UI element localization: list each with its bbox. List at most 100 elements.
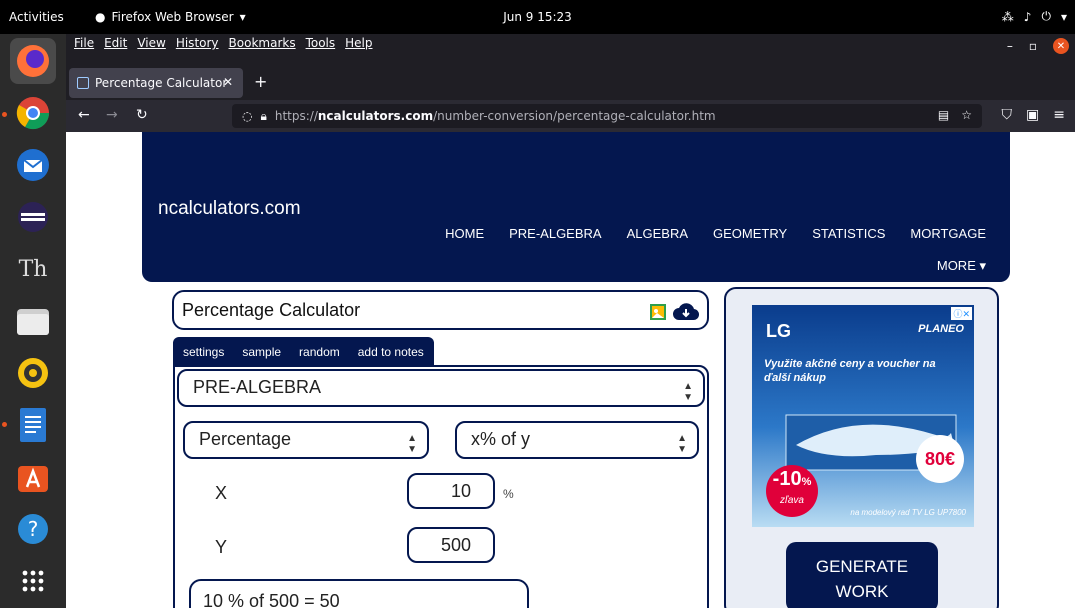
dock-chrome[interactable] — [10, 90, 56, 136]
dock-firefox[interactable] — [10, 38, 56, 84]
close-window-button[interactable]: ✕ — [1053, 38, 1069, 54]
ad-brand: LG — [766, 321, 791, 341]
dock-thonny[interactable]: Th — [10, 246, 56, 292]
dock-writer[interactable] — [10, 402, 56, 448]
cloud-download-icon[interactable] — [673, 302, 699, 322]
calculator-tools-tabs: settings sample random add to notes — [173, 337, 434, 367]
new-tab-button[interactable]: + — [254, 72, 267, 91]
ad-fine-print: na modelový rad TV LG UP7800 — [850, 508, 966, 517]
bookmark-star-icon[interactable]: ☆ — [961, 108, 972, 122]
calculator-title: Percentage Calculator — [182, 300, 361, 320]
chrome-icon — [16, 97, 50, 130]
software-center-icon — [18, 466, 48, 492]
ad-headline: Využite akčné ceny a voucher na ďalší ná… — [764, 358, 936, 384]
favicon-icon — [77, 77, 89, 89]
libreoffice-writer-icon — [20, 408, 46, 442]
ad-discount-badge: -10% zľava — [766, 465, 818, 517]
dock-files[interactable] — [10, 298, 56, 344]
generate-work-button[interactable]: GENERATE WORK — [786, 542, 938, 608]
menu-history[interactable]: History — [176, 36, 219, 50]
maximize-button[interactable]: ▫ — [1029, 39, 1037, 53]
dock-rhythmbox[interactable] — [10, 350, 56, 396]
formula-select-value: x% of y — [471, 429, 531, 449]
calc-type-select[interactable]: Percentage ▲ ▼ — [183, 421, 429, 459]
url-text: https://ncalculators.com/number-conversi… — [275, 109, 716, 123]
menu-tools[interactable]: Tools — [306, 36, 336, 50]
menu-edit[interactable]: Edit — [104, 36, 127, 50]
url-bar[interactable]: ◌ 🔒︎ https://ncalculators.com/number-con… — [232, 104, 982, 128]
ad-voucher: 80€ — [924, 449, 956, 469]
tab-add-to-notes[interactable]: add to notes — [358, 345, 424, 359]
dock-show-apps[interactable] — [10, 558, 56, 604]
reader-view-icon[interactable]: ▤ — [938, 108, 949, 122]
extension-icon[interactable]: ▣ — [1026, 107, 1039, 123]
menu-view[interactable]: View — [137, 36, 165, 50]
menu-help[interactable]: Help — [345, 36, 372, 50]
hamburger-menu-icon[interactable]: ≡ — [1053, 107, 1065, 123]
ubuntu-dock: Th ? — [0, 34, 66, 608]
volume-icon: ♪ — [1023, 9, 1032, 24]
advertisement[interactable]: ⓘ✕ LG PLANEO Využite akčné ceny a vouche… — [752, 305, 974, 527]
dock-help[interactable]: ? — [10, 506, 56, 552]
nav-pre-algebra[interactable]: PRE-ALGEBRA — [509, 226, 601, 241]
tab-percentage-calculator[interactable]: Percentage Calculator ✕ — [69, 68, 243, 98]
ad-discount-sub: zľava — [780, 495, 804, 506]
chevron-down-icon: ▾ — [1060, 9, 1067, 24]
files-icon — [17, 309, 49, 335]
close-tab-icon[interactable]: ✕ — [223, 75, 233, 89]
dock-software[interactable] — [10, 454, 56, 500]
x-label: X — [215, 483, 228, 503]
select-arrows-icon: ▲ ▼ — [677, 433, 687, 455]
back-button[interactable]: ← — [78, 107, 90, 123]
clock[interactable]: Jun 9 15:23 — [503, 10, 572, 24]
reload-button[interactable]: ↻ — [136, 107, 148, 123]
network-icon: ⁂ — [1001, 9, 1014, 24]
y-input[interactable]: 500 — [407, 527, 495, 563]
image-download-icon[interactable] — [649, 303, 667, 321]
forward-button[interactable]: → — [106, 107, 118, 123]
tab-settings[interactable]: settings — [183, 345, 224, 359]
nav-more[interactable]: MORE ▾ — [937, 258, 986, 274]
tab-random[interactable]: random — [299, 345, 340, 359]
browser-menu-bar: File Edit View History Bookmarks Tools H… — [66, 34, 1075, 60]
formula-select[interactable]: x% of y ▲ ▼ — [455, 421, 699, 459]
main-nav: HOME PRE-ALGEBRA ALGEBRA GEOMETRY STATIS… — [445, 226, 986, 241]
menu-file[interactable]: File — [74, 36, 94, 50]
site-brand[interactable]: ncalculators.com — [158, 198, 301, 220]
lock-icon: 🔒︎ — [260, 108, 267, 123]
ad-discount: -10 — [772, 468, 802, 490]
category-select[interactable]: PRE-ALGEBRA ▲ ▼ — [177, 369, 705, 407]
calculator-title-box: Percentage Calculator — [172, 290, 709, 330]
system-tray[interactable]: ⁂ ♪ ⏻ ▾ — [1002, 9, 1067, 24]
nav-mortgage[interactable]: MORTGAGE — [910, 226, 986, 241]
result-output: 10 % of 500 = 50 — [189, 579, 529, 608]
ad-discount-unit: % — [801, 476, 812, 488]
minimize-button[interactable]: – — [1007, 39, 1013, 53]
dock-eclipse[interactable] — [10, 194, 56, 240]
app-grid-icon — [22, 570, 44, 592]
firefox-icon — [17, 45, 49, 77]
tab-title: Percentage Calculator — [95, 76, 228, 90]
calc-type-select-value: Percentage — [199, 429, 292, 449]
tab-sample[interactable]: sample — [242, 345, 281, 359]
nav-statistics[interactable]: STATISTICS — [812, 226, 885, 241]
pocket-icon[interactable]: ⛉ — [1002, 107, 1013, 123]
url-host: ncalculators.com — [317, 109, 434, 123]
select-arrows-icon: ▲ ▼ — [407, 433, 417, 455]
x-input[interactable]: 10 — [407, 473, 495, 509]
nav-geometry[interactable]: GEOMETRY — [713, 226, 787, 241]
rhythmbox-icon — [18, 358, 48, 388]
url-scheme: https:// — [274, 109, 318, 123]
shield-icon: ◌ — [242, 109, 253, 123]
nav-home[interactable]: HOME — [445, 226, 484, 241]
site-header: ncalculators.com HOME PRE-ALGEBRA ALGEBR… — [142, 132, 1010, 282]
dock-thunderbird[interactable] — [10, 142, 56, 188]
tab-bar: Percentage Calculator ✕ + — [66, 60, 1075, 100]
menu-bookmarks[interactable]: Bookmarks — [229, 36, 296, 50]
nav-algebra[interactable]: ALGEBRA — [627, 226, 688, 241]
x-unit: % — [503, 487, 514, 501]
adchoices-icon[interactable]: ⓘ✕ — [951, 307, 972, 320]
generate-work-line2: WORK — [835, 582, 889, 601]
navigation-toolbar: ← → ↻ ◌ 🔒︎ https://ncalculators.com/numb… — [66, 100, 1075, 132]
page-content: ncalculators.com HOME PRE-ALGEBRA ALGEBR… — [66, 132, 1075, 608]
